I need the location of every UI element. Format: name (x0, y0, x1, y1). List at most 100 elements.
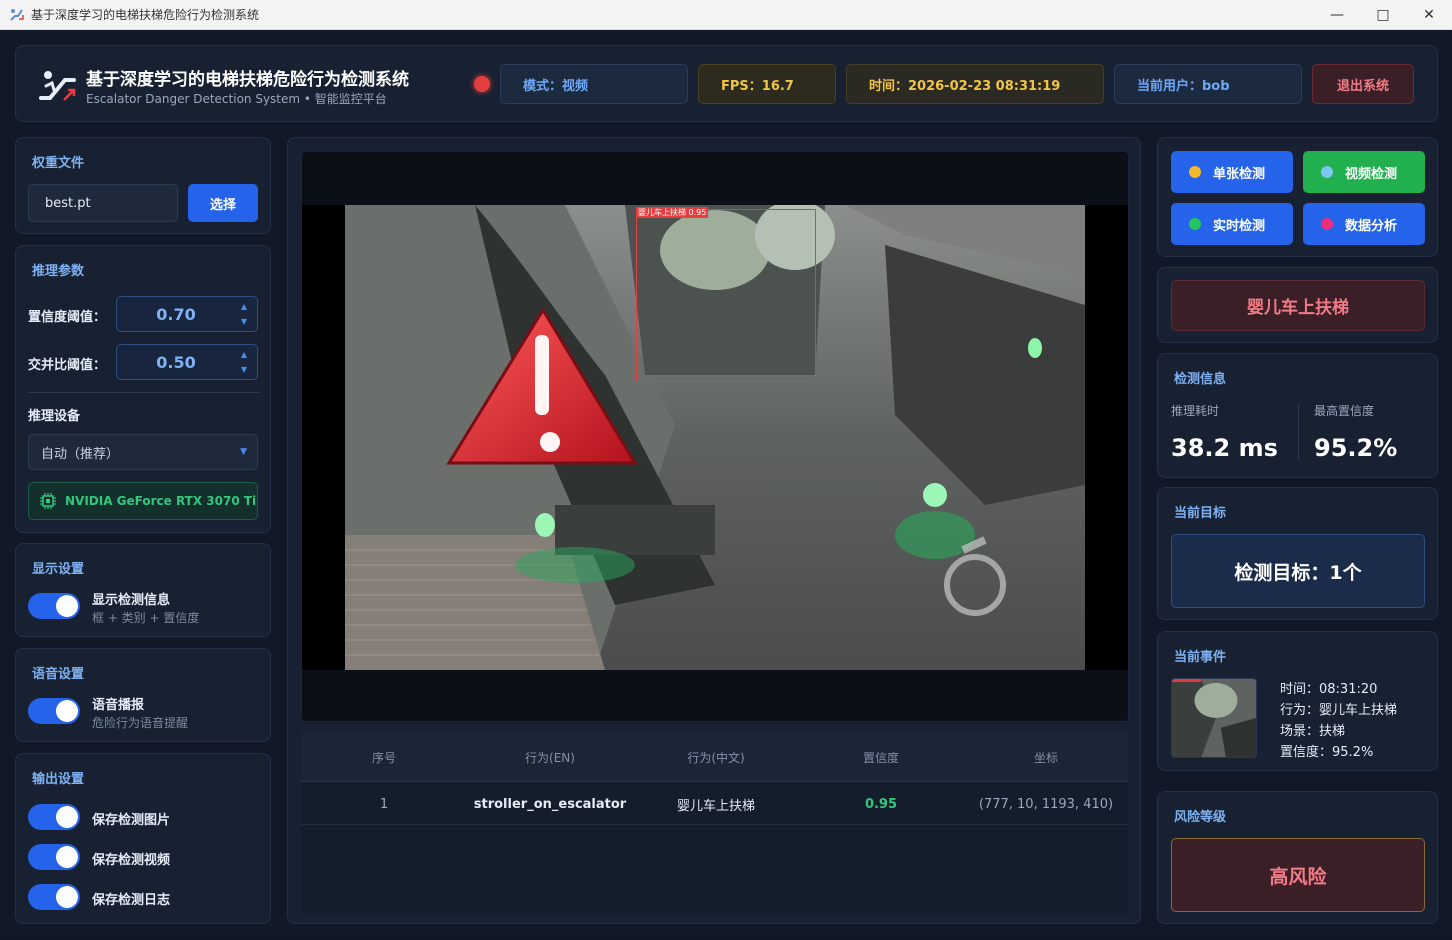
chevron-down-icon: ▼ (240, 447, 247, 457)
data-analysis-label: 数据分析 (1345, 218, 1398, 234)
show-detection-toggle[interactable] (28, 593, 80, 619)
event-scene: 场景：扶梯 (1280, 724, 1346, 739)
center-panel: 婴儿车上扶梯 0.95 序号 行为(EN) 行为(中文) 置信度 坐标 1 st… (287, 137, 1141, 924)
conf-threshold-label: 置信度阈值： (28, 310, 107, 325)
inference-panel: 推理参数 置信度阈值： 0.70 ▲ ▼ 交并比阈值： 0.50 ▲ ▼ 推理设… (15, 245, 271, 533)
target-count: 检测目标：1个 (1171, 534, 1425, 608)
cell-confidence: 0.95 (864, 796, 898, 812)
toggle-knob (56, 595, 78, 617)
event-thumbnail[interactable] (1171, 678, 1257, 758)
table-row[interactable]: 1 stroller_on_escalator 婴儿车上扶梯 0.95 (777… (301, 783, 1129, 825)
spin-up-icon[interactable]: ▲ (241, 302, 247, 311)
status-dot-icon (1321, 218, 1333, 230)
realtime-detect-button[interactable]: 实时检测 (1171, 203, 1293, 245)
cell-behavior-en: stroller_on_escalator (473, 796, 627, 812)
spin-up-icon[interactable]: ▲ (241, 350, 247, 359)
app-subtitle: Escalator Danger Detection System • 智能监控… (86, 92, 387, 106)
data-analysis-button[interactable]: 数据分析 (1303, 203, 1425, 245)
spin-down-icon[interactable]: ▼ (241, 365, 247, 374)
voice-settings-title: 语音设置 (32, 667, 85, 682)
column-header-behavior-cn[interactable]: 行为(中文) (633, 732, 799, 782)
column-header-confidence[interactable]: 置信度 (799, 732, 963, 782)
time-status: 时间：2026-02-23 08:31:19 (846, 64, 1104, 104)
stat-divider (1298, 404, 1299, 460)
column-header-coordinates[interactable]: 坐标 (963, 732, 1129, 782)
maximize-icon[interactable]: □ (1360, 0, 1406, 30)
device-select[interactable]: 自动（推荐） ▼ (28, 434, 258, 470)
close-icon[interactable]: ✕ (1406, 0, 1452, 30)
voice-broadcast-toggle[interactable] (28, 698, 80, 724)
current-event-title: 当前事件 (1174, 650, 1227, 665)
conf-threshold-spinbox[interactable]: 0.70 ▲ ▼ (116, 296, 258, 332)
cell-index: 1 (379, 796, 389, 812)
max-confidence-value: 95.2% (1314, 434, 1398, 462)
cpu-chip-icon (40, 493, 56, 509)
select-weights-button[interactable]: 选择 (188, 184, 258, 222)
detection-bounding-box (636, 209, 816, 382)
mode-status: 模式：视频 (500, 64, 688, 104)
fps-status: FPS：16.7 (698, 64, 836, 104)
column-header-index[interactable]: 序号 (301, 732, 467, 782)
toggle-knob (56, 846, 78, 868)
show-detection-label: 显示检测信息 (92, 593, 171, 608)
event-behavior: 行为：婴儿车上扶梯 (1280, 703, 1398, 718)
max-confidence-label: 最高置信度 (1314, 404, 1375, 418)
cell-behavior-cn: 婴儿车上扶梯 (676, 798, 755, 814)
show-detection-desc: 框 + 类别 + 置信度 (92, 611, 200, 625)
device-select-value: 自动（推荐） (41, 446, 120, 462)
toggle-knob (56, 886, 78, 908)
column-header-behavior-en[interactable]: 行为(EN) (467, 732, 633, 782)
latency-label: 推理耗时 (1171, 404, 1220, 418)
app-title: 基于深度学习的电梯扶梯危险行为检测系统 (86, 70, 409, 90)
save-log-toggle[interactable] (28, 884, 80, 910)
iou-threshold-spinbox[interactable]: 0.50 ▲ ▼ (116, 344, 258, 380)
detection-table: 序号 行为(EN) 行为(中文) 置信度 坐标 1 stroller_on_es… (301, 732, 1129, 914)
voice-settings-panel: 语音设置 语音播报 危险行为语音提醒 (15, 648, 271, 742)
single-detect-label: 单张检测 (1213, 166, 1266, 182)
header-bar: 基于深度学习的电梯扶梯危险行为检测系统 Escalator Danger Det… (15, 45, 1438, 122)
spin-down-icon[interactable]: ▼ (241, 317, 247, 326)
voice-broadcast-desc: 危险行为语音提醒 (92, 716, 189, 730)
logout-button[interactable]: 退出系统 (1312, 64, 1414, 104)
single-detect-button[interactable]: 单张检测 (1171, 151, 1293, 193)
window-titlebar: 基于深度学习的电梯扶梯危险行为检测系统 — □ ✕ (0, 0, 1452, 30)
minimize-icon[interactable]: — (1314, 0, 1360, 30)
iou-threshold-value: 0.50 (156, 352, 196, 372)
alert-panel: 婴儿车上扶梯 (1157, 267, 1438, 343)
iou-threshold-label: 交并比阈值： (28, 358, 107, 373)
display-settings-title: 显示设置 (32, 562, 85, 577)
video-detect-button[interactable]: 视频检测 (1303, 151, 1425, 193)
app-icon (10, 8, 24, 21)
window-title: 基于深度学习的电梯扶梯危险行为检测系统 (31, 8, 260, 22)
divider (28, 392, 260, 393)
realtime-detect-label: 实时检测 (1213, 218, 1266, 234)
save-images-label: 保存检测图片 (92, 813, 171, 828)
risk-level-panel: 风险等级 高风险 (1157, 791, 1438, 924)
event-confidence: 置信度：95.2% (1280, 745, 1374, 760)
status-dot-icon (1321, 166, 1333, 178)
voice-broadcast-label: 语音播报 (92, 698, 145, 713)
weights-panel: 权重文件 best.pt 选择 (15, 137, 271, 234)
save-video-toggle[interactable] (28, 844, 80, 870)
save-video-label: 保存检测视频 (92, 853, 171, 868)
gpu-badge: NVIDIA GeForce RTX 3070 Ti (28, 482, 258, 520)
status-dot-icon (1189, 166, 1201, 178)
latency-value: 38.2 ms (1171, 434, 1278, 462)
weights-file-input[interactable]: best.pt (28, 184, 178, 222)
detection-info-title: 检测信息 (1174, 372, 1227, 387)
save-images-toggle[interactable] (28, 804, 80, 830)
user-status: 当前用户：bob (1114, 64, 1302, 104)
escalator-logo-icon (39, 71, 76, 101)
mode-buttons-panel: 单张检测 视频检测 实时检测 数据分析 (1157, 137, 1438, 257)
video-detect-label: 视频检测 (1345, 166, 1398, 182)
detection-info-panel: 检测信息 推理耗时 38.2 ms 最高置信度 95.2% (1157, 353, 1438, 478)
app-root: 基于深度学习的电梯扶梯危险行为检测系统 Escalator Danger Det… (1, 31, 1451, 938)
cell-coordinates: (777, 10, 1193, 410) (978, 796, 1114, 812)
risk-level-title: 风险等级 (1174, 810, 1227, 825)
current-target-panel: 当前目标 检测目标：1个 (1157, 487, 1438, 620)
save-log-label: 保存检测日志 (92, 893, 171, 908)
status-dot-icon (1189, 218, 1201, 230)
current-target-title: 当前目标 (1174, 506, 1227, 521)
video-display[interactable]: 婴儿车上扶梯 0.95 (301, 151, 1129, 722)
risk-level-badge: 高风险 (1171, 838, 1425, 912)
